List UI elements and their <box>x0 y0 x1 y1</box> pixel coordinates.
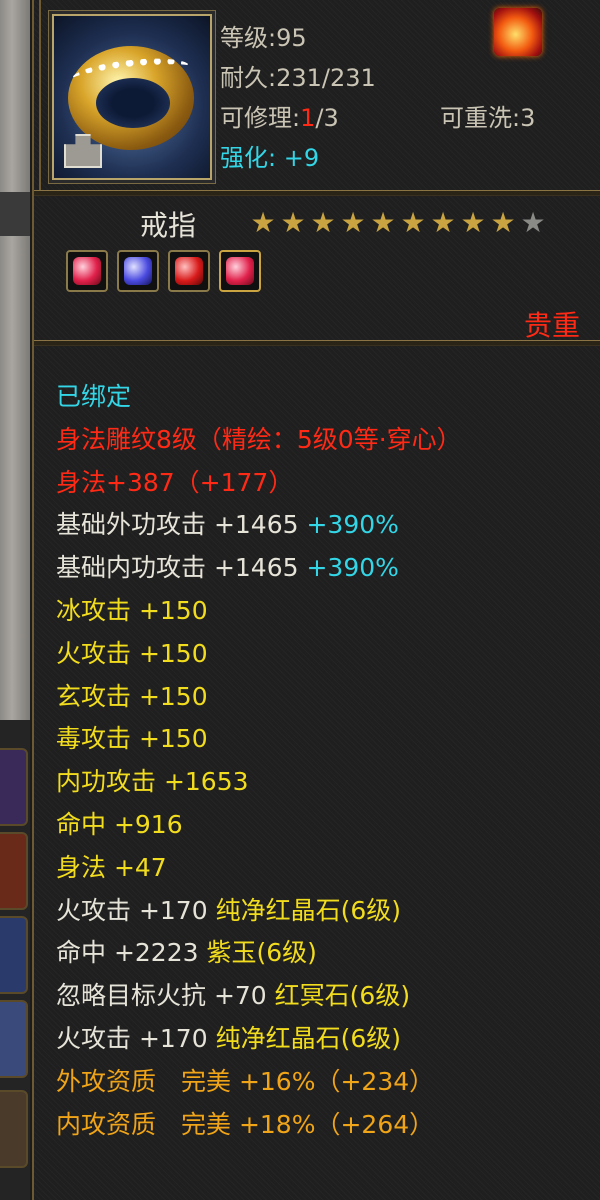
rewash-value: 3 <box>520 104 536 132</box>
gem4-stat: 火攻击 +170 <box>56 1023 208 1053</box>
strip-band <box>0 192 30 236</box>
durability-stat: 耐久:231/231 <box>220 58 376 93</box>
gem2-name: 紫玉(6级) <box>206 938 317 968</box>
durability-value: 231/231 <box>276 64 376 92</box>
poison-attack-line: 毒攻击 +150 <box>56 724 208 754</box>
level-stat: 等级:95 <box>220 18 307 53</box>
base-internal-attack-line: 基础内功攻击 +1465 +390% <box>56 547 462 590</box>
agility-main-line: 身法+387（+177） <box>56 467 294 497</box>
star-filled-icon: ★ <box>490 206 516 239</box>
ice-attack-line: 冰攻击 +150 <box>56 595 208 625</box>
game-background-strip <box>0 0 30 1200</box>
engrave-line: 身法雕纹8级（精绘：5级0等·穿心） <box>56 424 462 454</box>
level-label: 等级: <box>220 24 277 52</box>
star-filled-icon: ★ <box>280 206 306 239</box>
repair-stat: 可修理:1/3 <box>220 98 339 133</box>
star-filled-icon: ★ <box>340 206 366 239</box>
base-int-pct: +390% <box>306 553 399 583</box>
repair-total: /3 <box>315 104 339 132</box>
skill-slot-icon[interactable] <box>0 916 28 994</box>
star-filled-icon: ★ <box>460 206 486 239</box>
star-filled-icon: ★ <box>430 206 456 239</box>
gem3-name: 红冥石(6级) <box>274 981 411 1011</box>
base-int-atk: 基础内功攻击 +1465 <box>56 553 299 583</box>
fire-attack-line: 火攻击 +150 <box>56 638 208 668</box>
internal-aptitude-line: 内攻资质 完美 +18%（+264） <box>56 1109 435 1139</box>
gem2-stat: 命中 +2223 <box>56 938 199 968</box>
gem-line-1: 火攻击 +170 纯净红晶石(6级) <box>56 890 462 933</box>
gem-line-2: 命中 +2223 紫玉(6级) <box>56 932 462 975</box>
star-filled-icon: ★ <box>310 206 336 239</box>
repair-label: 可修理: <box>220 104 301 132</box>
red-crystal-icon <box>168 250 210 292</box>
hit-line: 命中 +916 <box>56 809 183 839</box>
internal-attack-line: 内功攻击 +1653 <box>56 767 249 797</box>
rewash-label: 可重洗: <box>440 104 521 132</box>
rewash-stat: 可重洗:3 <box>440 98 535 133</box>
blue-gem-icon <box>117 250 159 292</box>
red-gem-icon <box>219 250 261 292</box>
mystic-attack-line: 玄攻击 +150 <box>56 681 208 711</box>
durability-label: 耐久: <box>220 64 277 92</box>
item-name: 戒指 <box>140 209 197 242</box>
skill-slot-icon[interactable] <box>0 1090 28 1168</box>
enhance-label: 强化: <box>220 144 277 172</box>
external-aptitude-line: 外攻资质 完美 +16%（+234） <box>56 1066 435 1096</box>
agility-line: 身法 +47 <box>56 852 167 882</box>
gem3-stat: 忽略目标火抗 +70 <box>56 981 267 1011</box>
attribute-list: 已绑定 身法雕纹8级（精绘：5级0等·穿心） 身法+387（+177） 基础外功… <box>56 376 462 1146</box>
enhance-stat: 强化: +9 <box>220 138 319 173</box>
gem1-stat: 火攻击 +170 <box>56 895 208 925</box>
gold-ring-icon <box>52 14 212 180</box>
skill-slot-icon[interactable] <box>0 1000 28 1078</box>
frame-border <box>39 0 41 190</box>
base-external-attack-line: 基础外功攻击 +1465 +390% <box>56 504 462 547</box>
gem4-name: 纯净红晶石(6级) <box>215 1023 401 1053</box>
divider <box>34 190 600 196</box>
base-ext-atk: 基础外功攻击 +1465 <box>56 510 299 540</box>
rarity-label: 贵重 <box>524 309 581 342</box>
level-value: 95 <box>276 24 307 52</box>
bound-status: 已绑定 <box>56 382 132 411</box>
red-gem-icon <box>66 250 108 292</box>
base-ext-pct: +390% <box>306 510 399 540</box>
skill-slot-icon[interactable] <box>0 748 28 826</box>
gem-line-3: 忽略目标火抗 +70 红冥石(6级) <box>56 975 462 1018</box>
star-filled-icon: ★ <box>400 206 426 239</box>
star-empty-icon: ★ <box>520 206 546 239</box>
skill-slot-icon[interactable] <box>0 832 28 910</box>
divider <box>34 340 600 346</box>
enhance-value: +9 <box>283 144 320 172</box>
gem-line-4: 火攻击 +170 纯净红晶石(6级) <box>56 1018 462 1061</box>
gem-sockets <box>66 250 261 292</box>
star-filled-icon: ★ <box>370 206 396 239</box>
gem1-name: 纯净红晶石(6级) <box>215 895 401 925</box>
star-rating: ★ ★ ★ ★ ★ ★ ★ ★ ★ ★ <box>248 208 548 238</box>
repair-used: 1 <box>300 104 316 132</box>
fire-buff-icon <box>494 8 542 56</box>
star-filled-icon: ★ <box>250 206 276 239</box>
